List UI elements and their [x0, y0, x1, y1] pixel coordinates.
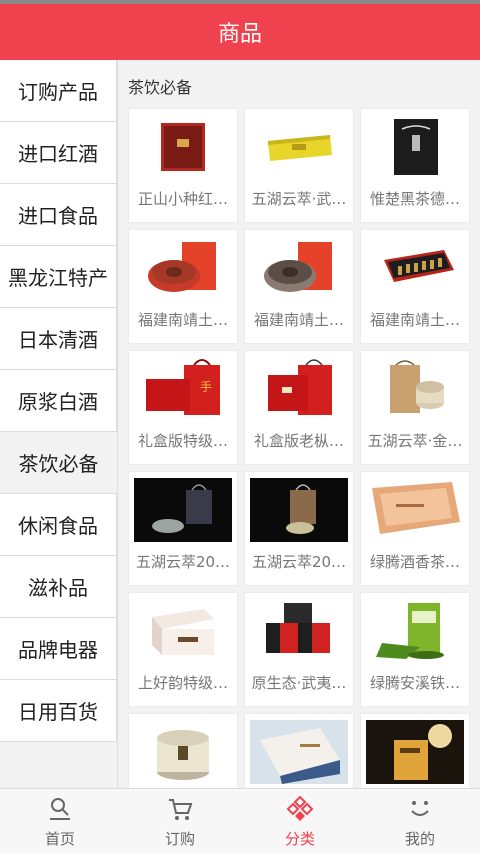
round-tin-image — [134, 720, 232, 784]
product-name: 五湖云萃20… — [135, 553, 231, 571]
smile-icon — [405, 794, 435, 824]
product-panel: 茶饮必备 正山小种红… 五湖云萃·武… 惟楚黑茶德… 福建南靖土… 福建南靖土…… — [118, 60, 480, 788]
dark-gift-set-image — [134, 478, 232, 542]
tab-home[interactable]: 首页 — [0, 789, 120, 853]
sidebar-item-label: 进口红酒 — [18, 142, 98, 166]
sidebar-item-ordering[interactable]: 订购产品 — [0, 60, 117, 122]
white-box-image — [134, 599, 232, 663]
product-card[interactable]: 五湖云萃20… — [244, 471, 354, 586]
red-tea-cake-image — [250, 236, 348, 300]
home-search-icon — [45, 794, 75, 824]
tab-order[interactable]: 订购 — [120, 789, 240, 853]
sidebar-item-label: 滋补品 — [28, 576, 88, 600]
yellow-tea-bar-image — [250, 115, 348, 179]
sidebar-item-heilongjiang[interactable]: 黑龙江特产 — [0, 246, 117, 308]
product-name: 惟楚黑茶德… — [369, 190, 460, 208]
product-card[interactable]: 原生态·武夷… — [244, 592, 354, 707]
sidebar-item-label: 茶饮必备 — [18, 452, 99, 476]
sidebar-item-tea[interactable]: 茶饮必备 — [0, 432, 117, 494]
product-name: 礼盒版特级… — [137, 432, 228, 450]
product-grid: 正山小种红… 五湖云萃·武… 惟楚黑茶德… 福建南靖土… 福建南靖土… 福建南靖… — [128, 108, 470, 788]
product-name: 五湖云萃20… — [251, 553, 347, 571]
product-card[interactable] — [128, 713, 238, 788]
sidebar-item-daily-goods[interactable]: 日用百货 — [0, 680, 117, 742]
sidebar-item-label: 品牌电器 — [18, 638, 98, 662]
sidebar-item-label: 原浆白酒 — [18, 390, 98, 414]
product-name: 礼盒版老枞… — [253, 432, 344, 450]
tab-mine[interactable]: 我的 — [360, 789, 480, 853]
bottom-tab-bar: 首页 订购 分类 我的 — [0, 788, 480, 853]
sidebar-item-label: 黑龙江特产 — [8, 266, 108, 290]
tab-category[interactable]: 分类 — [240, 789, 360, 853]
product-card[interactable]: 惟楚黑茶德… — [360, 108, 470, 223]
sidebar-item-snacks[interactable]: 休闲食品 — [0, 494, 117, 556]
product-card[interactable]: 福建南靖土… — [244, 229, 354, 344]
orange-box-image — [366, 478, 464, 542]
red-gift-box-image — [134, 115, 232, 179]
product-name: 福建南靖土… — [369, 311, 460, 329]
product-card[interactable]: 礼盒版老枞… — [244, 350, 354, 465]
product-card[interactable]: 手 礼盒版特级… — [128, 350, 238, 465]
section-title: 茶饮必备 — [128, 78, 193, 97]
product-name: 绿腾酒香茶… — [369, 553, 460, 571]
product-card[interactable]: 五湖云萃·金… — [360, 350, 470, 465]
sidebar-item-label: 订购产品 — [18, 80, 98, 104]
red-gift-bag-image — [250, 357, 348, 421]
product-card[interactable] — [360, 713, 470, 788]
product-name: 绿腾安溪铁… — [369, 674, 460, 692]
product-name: 福建南靖土… — [137, 311, 228, 329]
product-card[interactable]: 绿腾安溪铁… — [360, 592, 470, 707]
page-title: 商品 — [217, 22, 262, 47]
tab-label: 分类 — [284, 829, 315, 848]
blue-box-image — [250, 720, 348, 784]
sidebar-item-sake[interactable]: 日本清酒 — [0, 308, 117, 370]
product-name: 五湖云萃·金… — [367, 432, 463, 450]
product-card[interactable]: 上好韵特级… — [128, 592, 238, 707]
tab-label: 订购 — [164, 829, 195, 848]
sidebar-item-label: 休闲食品 — [18, 514, 98, 538]
sidebar-item-tonics[interactable]: 滋补品 — [0, 556, 117, 618]
tab-label: 首页 — [44, 829, 75, 848]
product-name: 五湖云萃·武… — [251, 190, 347, 208]
sidebar-item-baijiu[interactable]: 原浆白酒 — [0, 370, 117, 432]
category-diamond-icon — [285, 794, 315, 824]
tab-label: 我的 — [404, 829, 435, 848]
cart-icon — [165, 794, 195, 824]
sidebar-item-imported-wine[interactable]: 进口红酒 — [0, 122, 117, 184]
gift-set-image — [366, 236, 464, 300]
product-name: 原生态·武夷… — [251, 674, 347, 692]
black-tea-box-image — [366, 115, 464, 179]
header-bar: 商品 — [0, 4, 480, 60]
product-card[interactable]: 绿腾酒香茶… — [360, 471, 470, 586]
red-gift-bag-image: 手 — [134, 357, 232, 421]
product-card[interactable]: 五湖云萃20… — [128, 471, 238, 586]
product-card[interactable] — [244, 713, 354, 788]
sidebar-item-appliances[interactable]: 品牌电器 — [0, 618, 117, 680]
product-name: 正山小种红… — [137, 190, 228, 208]
product-card[interactable]: 正山小种红… — [128, 108, 238, 223]
sidebar-item-imported-food[interactable]: 进口食品 — [0, 184, 117, 246]
sidebar-item-label: 日本清酒 — [18, 328, 98, 352]
product-name: 福建南靖土… — [253, 311, 344, 329]
product-card[interactable]: 福建南靖土… — [128, 229, 238, 344]
kraft-bag-tin-image — [366, 357, 464, 421]
green-tin-image — [366, 599, 464, 663]
sidebar-item-label: 日用百货 — [18, 700, 98, 724]
sidebar-item-label: 进口食品 — [18, 204, 98, 228]
svg-text:手: 手 — [200, 380, 212, 394]
lamp-box-image — [366, 720, 464, 784]
product-name: 上好韵特级… — [137, 674, 228, 692]
product-card[interactable]: 福建南靖土… — [360, 229, 470, 344]
black-red-box-image — [250, 599, 348, 663]
red-tea-cake-image — [134, 236, 232, 300]
dark-gift-set-image — [250, 478, 348, 542]
category-sidebar: 订购产品 进口红酒 进口食品 黑龙江特产 日本清酒 原浆白酒 茶饮必备 休闲食品… — [0, 60, 118, 788]
product-card[interactable]: 五湖云萃·武… — [244, 108, 354, 223]
